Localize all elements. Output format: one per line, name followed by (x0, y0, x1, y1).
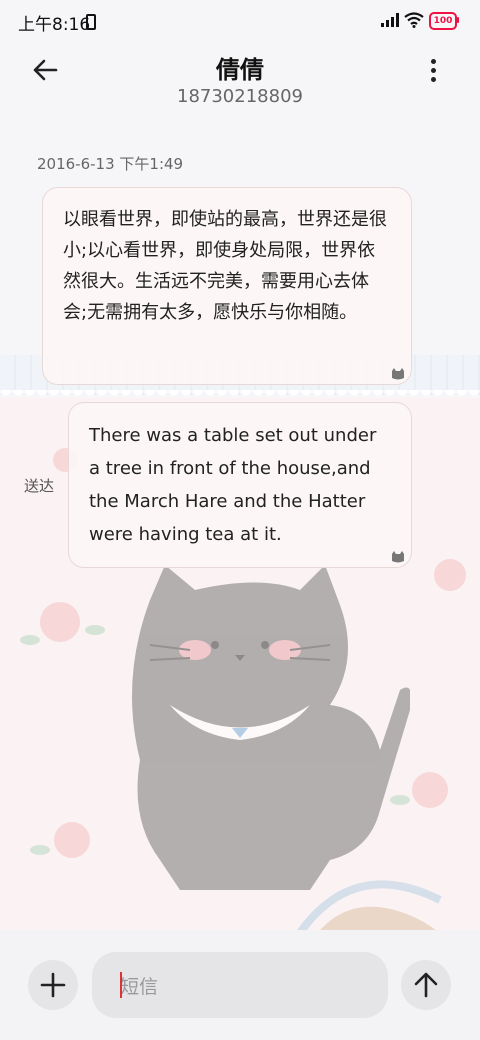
plus-icon (40, 972, 66, 998)
vibrate-icon (86, 14, 96, 30)
send-arrow-icon (414, 972, 438, 998)
contact-phone: 18730218809 (177, 86, 303, 107)
message-text: 以眼看世界，即使站的最高，世界还是很小;以心看世界，即使身处局限，世界依然很大。… (63, 209, 387, 323)
battery-tip (457, 17, 459, 23)
status-time: 上午8:16 (18, 15, 91, 35)
message-input[interactable]: 短信 (92, 952, 388, 1018)
delivery-status: 送达 (24, 477, 55, 495)
more-options-button[interactable] (418, 52, 448, 88)
send-button[interactable] (401, 960, 451, 1010)
message-bubble-sent[interactable]: There was a table set out under a tree i… (68, 402, 412, 568)
signal-icon (381, 13, 399, 27)
message-bubble-received[interactable]: 以眼看世界，即使站的最高，世界还是很小;以心看世界，即使身处局限，世界依然很大。… (42, 187, 412, 385)
composer-bar: 短信 (0, 930, 480, 1040)
message-input-placeholder: 短信 (120, 976, 159, 998)
message-timestamp: 2016-6-13 下午1:49 (37, 155, 184, 173)
wifi-icon (404, 12, 424, 28)
contact-name: 倩倩 (216, 56, 264, 84)
message-text: There was a table set out under a tree i… (89, 425, 377, 545)
cat-illustration (132, 565, 410, 890)
status-bar: 上午8:16 100 (0, 0, 480, 40)
cat-sticker-icon (392, 551, 404, 563)
attach-button[interactable] (28, 960, 78, 1010)
conversation-header: 倩倩 18730218809 (0, 40, 480, 120)
text-caret (120, 972, 122, 998)
battery-icon: 100 (429, 12, 457, 30)
cat-sticker-icon (392, 368, 404, 380)
